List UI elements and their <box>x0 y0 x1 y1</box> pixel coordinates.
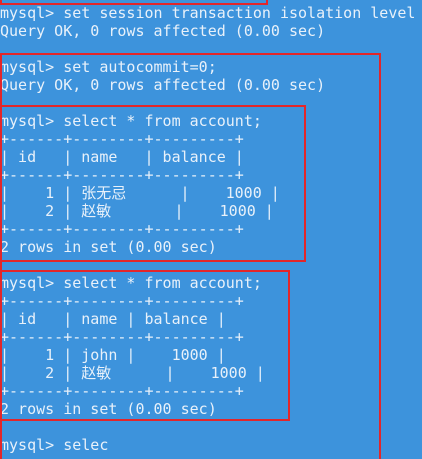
terminal-line: mysql> select * from account; <box>0 112 262 130</box>
table-row: | 2 | 赵敏 | 1000 | <box>0 364 265 382</box>
terminal-line: mysql> select * from account; <box>0 274 262 292</box>
terminal-line: mysql> set autocommit=0; <box>0 58 217 76</box>
table-header: | id | name | balance | <box>0 310 226 328</box>
table-header: | id | name | balance | <box>0 148 244 166</box>
terminal-line: Query OK, 0 rows affected (0.00 sec) <box>0 22 326 40</box>
table-border: +------+--------+---------+ <box>0 220 244 238</box>
table-border: +------+--------+---------+ <box>0 292 244 310</box>
table-border: +------+--------+---------+ <box>0 382 244 400</box>
terminal-window[interactable]: mysql> set session transaction isolation… <box>0 0 422 459</box>
table-border: +------+--------+---------+ <box>0 328 244 346</box>
table-row: | 2 | 赵敏 | 1000 | <box>0 202 274 220</box>
table-row: | 1 | 张无忌 | 1000 | <box>0 184 280 202</box>
terminal-line: 2 rows in set (0.00 sec) <box>0 238 217 256</box>
terminal-line: mysql> set session transaction isolation… <box>0 4 416 22</box>
table-border: +------+--------+---------+ <box>0 166 244 184</box>
terminal-line: Query OK, 0 rows affected (0.00 sec) <box>0 76 326 94</box>
table-row: | 1 | john | 1000 | <box>0 346 226 364</box>
table-border: +------+--------+---------+ <box>0 130 244 148</box>
terminal-line: 2 rows in set (0.00 sec) <box>0 400 217 418</box>
command-input-line[interactable]: mysql> selec <box>0 436 108 454</box>
